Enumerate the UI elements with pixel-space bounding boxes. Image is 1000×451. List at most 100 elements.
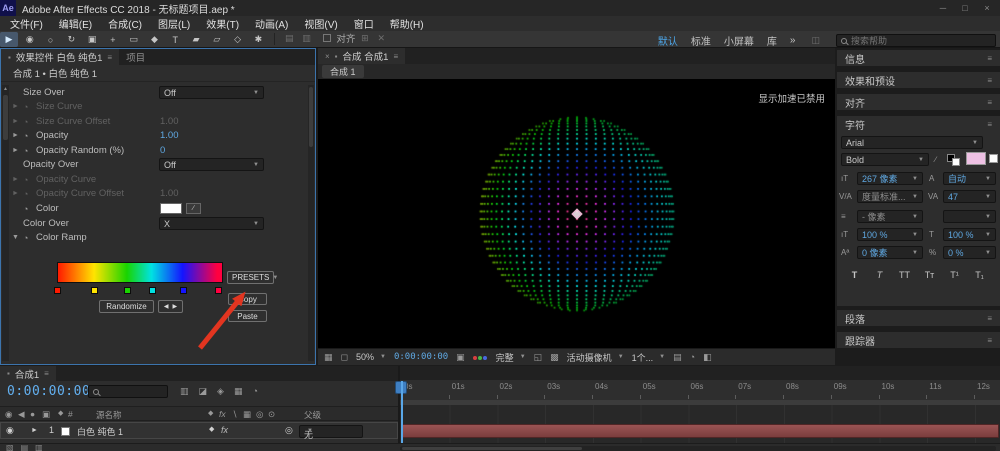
parent-column-header[interactable]: 父级 xyxy=(304,409,321,421)
fx-switch-icon[interactable]: fx xyxy=(221,425,228,435)
twirl-icon[interactable]: ► xyxy=(12,147,23,154)
shy-layers-icon[interactable]: ◈ xyxy=(217,386,224,397)
paste-button[interactable]: Paste xyxy=(228,310,267,322)
gradient-stop[interactable] xyxy=(54,287,61,294)
pan-behind-tool[interactable]: + xyxy=(104,32,122,47)
close-button[interactable]: × xyxy=(976,0,998,16)
scrollbar-thumb[interactable] xyxy=(402,447,582,450)
puppet-pin-tool[interactable]: ✱ xyxy=(249,32,267,47)
effects-presets-panel-tab[interactable]: 效果和预设≡ xyxy=(837,72,1000,88)
info-panel-tab[interactable]: 信息≡ xyxy=(837,50,1000,66)
stopwatch-icon[interactable]: ◔ xyxy=(23,146,36,156)
stopwatch-icon[interactable]: ◔ xyxy=(23,175,36,185)
panel-menu-icon[interactable]: ≡ xyxy=(987,76,992,85)
menu-window[interactable]: 窗口 xyxy=(346,16,382,31)
type-tool[interactable]: T xyxy=(166,32,184,47)
grid-guides-icon[interactable]: ▦ xyxy=(324,352,333,363)
motion-blur-icon[interactable]: ◔ xyxy=(252,386,257,397)
gradient-stop[interactable] xyxy=(124,287,131,294)
workspace-overflow[interactable]: » xyxy=(790,35,796,46)
panel-menu-icon[interactable]: ≡ xyxy=(987,98,992,107)
stroke-color-swatch[interactable] xyxy=(989,154,998,163)
show-channels-icon[interactable] xyxy=(473,352,488,362)
twirl-icon[interactable]: ► xyxy=(12,132,23,139)
snap-option-icon[interactable]: ⊞ xyxy=(361,33,369,43)
eye-icon[interactable]: ◉ xyxy=(6,425,14,436)
composition-viewport[interactable]: 显示加速已禁用 xyxy=(318,79,835,348)
property-value[interactable]: 1.00 xyxy=(160,188,179,199)
stopwatch-icon[interactable]: ◔ xyxy=(23,131,36,141)
eyedropper-icon[interactable]: ∕ xyxy=(186,203,201,214)
panel-scrollbar-left[interactable]: ▲ xyxy=(2,85,9,361)
selection-tool[interactable]: ▶ xyxy=(0,32,18,47)
source-name-column-header[interactable]: 源名称 xyxy=(96,409,122,421)
shape-tool[interactable]: ▭ xyxy=(125,32,143,47)
stopwatch-icon[interactable]: ◔ xyxy=(23,204,36,214)
twirl-open-icon[interactable]: ▼ xyxy=(12,234,23,241)
menu-effect[interactable]: 效果(T) xyxy=(198,16,247,31)
stopwatch-icon[interactable]: ◔ xyxy=(23,102,36,112)
twirl-icon[interactable]: ► xyxy=(12,118,23,125)
panel-menu-icon[interactable]: ≡ xyxy=(987,54,992,63)
all-caps-button[interactable]: TT xyxy=(893,268,916,282)
layer-duration-bar[interactable] xyxy=(402,424,999,438)
current-timecode[interactable]: 0:00:00:00 xyxy=(7,384,90,399)
layer-switches-pane-icon[interactable]: ▧ xyxy=(6,443,14,451)
color-swatch[interactable] xyxy=(160,203,182,214)
twirl-icon[interactable]: ► xyxy=(12,190,23,197)
eyedropper-icon[interactable]: ∕ xyxy=(935,155,936,164)
opacity-over-dropdown[interactable]: Off▼ xyxy=(159,158,264,171)
composition-mini-flowchart-icon[interactable]: ▥ xyxy=(180,386,189,397)
menu-composition[interactable]: 合成(C) xyxy=(100,16,150,31)
eraser-tool[interactable]: ◇ xyxy=(229,32,247,47)
timeline-search-box[interactable] xyxy=(88,385,168,398)
tab-timeline-comp[interactable]: ▪ 合成1 ≡ xyxy=(0,366,56,381)
menu-view[interactable]: 视图(V) xyxy=(296,16,345,31)
tab-effect-controls[interactable]: ▪ 效果控件 白色 纯色1 ≡ xyxy=(1,49,119,65)
view-layout-dropdown[interactable]: 1个...▼ xyxy=(632,351,665,364)
gradient-stop[interactable] xyxy=(149,287,156,294)
clone-stamp-tool[interactable]: ▱ xyxy=(208,32,226,47)
tab-project[interactable]: 项目 xyxy=(119,49,152,65)
frame-blending-icon[interactable]: ▦ xyxy=(234,386,243,397)
parent-pickwhip-icon[interactable]: ◎ xyxy=(285,425,293,436)
twirl-icon[interactable]: ► xyxy=(12,176,23,183)
faux-bold-button[interactable]: T xyxy=(843,268,866,282)
panel-menu-icon[interactable]: ≡ xyxy=(987,314,992,323)
twirl-icon[interactable]: ► xyxy=(12,103,23,110)
panel-menu-icon[interactable]: ≡ xyxy=(107,53,112,62)
fast-previews-icon[interactable]: ◔ xyxy=(690,352,695,362)
stopwatch-icon[interactable]: ◔ xyxy=(23,189,36,199)
minimize-button[interactable]: ─ xyxy=(932,0,954,16)
white-swatch-icon[interactable] xyxy=(952,158,960,166)
quality-switch-icon[interactable]: ◆ xyxy=(209,425,214,433)
maximize-button[interactable]: □ xyxy=(954,0,976,16)
kerning-select[interactable]: 度量标准...▼ xyxy=(857,190,923,203)
color-over-dropdown[interactable]: X▼ xyxy=(159,217,264,230)
subscript-button[interactable]: T₁ xyxy=(968,268,991,282)
size-over-dropdown[interactable]: Off▼ xyxy=(159,86,264,99)
font-size-select[interactable]: 267 像素▼ xyxy=(857,172,923,185)
font-style-select[interactable]: Bold▼ xyxy=(841,153,929,166)
fill-color-swatch[interactable] xyxy=(966,152,986,165)
help-search-input[interactable] xyxy=(851,36,991,46)
transfer-controls-pane-icon[interactable]: ▤ xyxy=(21,443,29,451)
timeline-search-input[interactable] xyxy=(103,387,163,397)
property-value[interactable]: 1.00 xyxy=(160,116,179,127)
magnification-dropdown[interactable]: 50%▼ xyxy=(356,352,386,362)
hand-tool[interactable]: ◉ xyxy=(21,32,39,47)
character-panel-tab[interactable]: 字符≡ xyxy=(837,116,1000,132)
tsume-select[interactable]: 0 %▼ xyxy=(943,246,996,259)
randomize-button[interactable]: Randomize xyxy=(99,300,154,313)
snap-checkbox[interactable] xyxy=(323,34,331,42)
faux-italic-button[interactable]: T xyxy=(868,268,891,282)
time-ruler[interactable]: 0s01s02s03s04s05s06s07s08s09s10s11s12s xyxy=(400,380,1000,400)
resolution-dropdown[interactable]: 完整▼ xyxy=(496,351,526,364)
close-tab-icon[interactable]: × xyxy=(325,52,330,61)
gradient-bar[interactable] xyxy=(57,262,223,283)
horizontal-scale-select[interactable]: 100 %▼ xyxy=(943,228,996,241)
workspace-standard[interactable]: 标准 xyxy=(691,33,711,48)
menu-help[interactable]: 帮助(H) xyxy=(382,16,432,31)
brush-tool[interactable]: ▰ xyxy=(187,32,205,47)
pixel-aspect-icon[interactable]: ▤ xyxy=(673,352,682,363)
